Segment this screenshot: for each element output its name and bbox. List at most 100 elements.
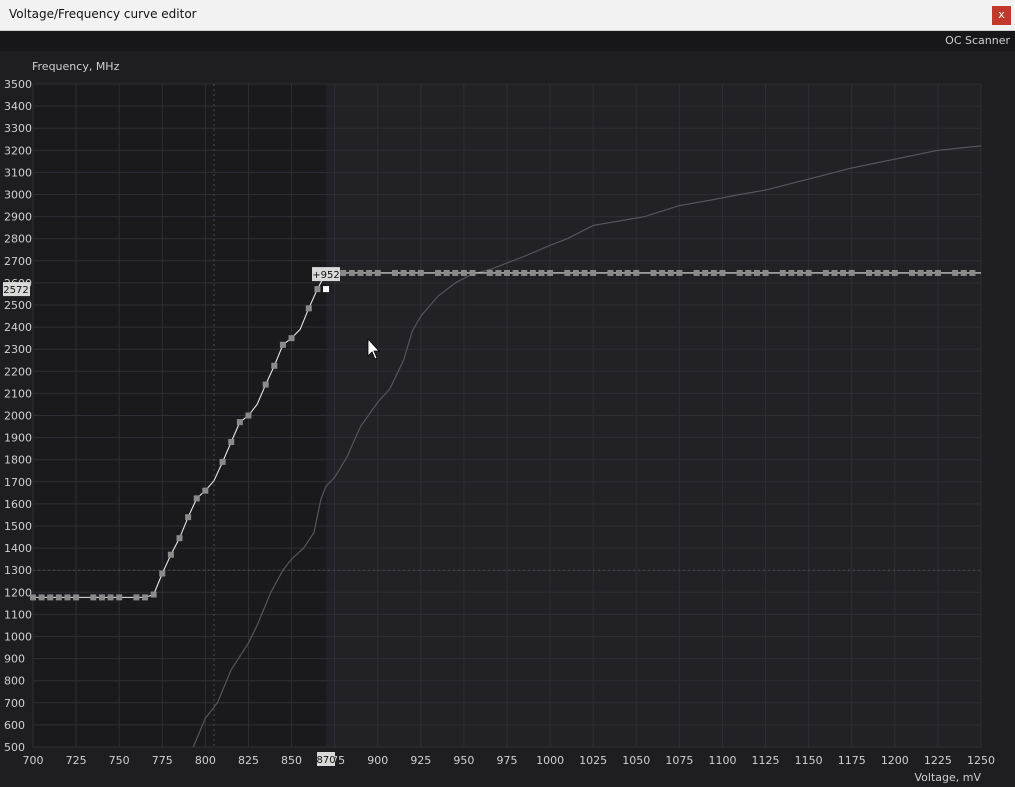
curve-point[interactable] (47, 594, 54, 601)
curve-point[interactable] (909, 269, 916, 276)
curve-point[interactable] (435, 269, 442, 276)
curve-point[interactable] (650, 269, 657, 276)
curve-point[interactable] (107, 594, 114, 601)
curve-point[interactable] (202, 487, 209, 494)
oc-scanner-button[interactable]: OC Scanner (945, 34, 1010, 47)
curve-point[interactable] (98, 594, 105, 601)
curve-point[interactable] (797, 269, 804, 276)
curve-point[interactable] (236, 419, 243, 426)
y-tick-label: 1000 (4, 631, 32, 644)
curve-point[interactable] (831, 269, 838, 276)
curve-point[interactable] (133, 594, 140, 601)
curve-point[interactable] (934, 269, 941, 276)
curve-point[interactable] (73, 594, 80, 601)
x-tick-label: 825 (238, 754, 259, 767)
curve-point[interactable] (116, 594, 123, 601)
curve-point[interactable] (142, 594, 149, 601)
curve-point[interactable] (366, 269, 373, 276)
curve-point[interactable] (38, 594, 45, 601)
curve-point[interactable] (624, 269, 631, 276)
curve-point[interactable] (90, 594, 97, 601)
curve-point[interactable] (659, 269, 666, 276)
curve-point[interactable] (340, 269, 347, 276)
curve-point[interactable] (305, 305, 312, 312)
curve-point[interactable] (848, 269, 855, 276)
curve-point[interactable] (417, 269, 424, 276)
curve-point[interactable] (452, 269, 459, 276)
curve-point[interactable] (443, 269, 450, 276)
curve-point[interactable] (279, 341, 286, 348)
curve-point[interactable] (486, 269, 493, 276)
curve-point[interactable] (469, 269, 476, 276)
curve-point[interactable] (581, 269, 588, 276)
curve-point[interactable] (64, 594, 71, 601)
curve-point[interactable] (185, 514, 192, 521)
curve-point[interactable] (788, 269, 795, 276)
curve-point[interactable] (969, 269, 976, 276)
curve-point[interactable] (607, 269, 614, 276)
curve-point[interactable] (883, 269, 890, 276)
curve-point[interactable] (952, 269, 959, 276)
curve-point[interactable] (572, 269, 579, 276)
curve-point[interactable] (460, 269, 467, 276)
curve-point[interactable] (262, 381, 269, 388)
curve-point[interactable] (30, 594, 36, 601)
curve-point[interactable] (219, 458, 226, 465)
curve-point[interactable] (676, 269, 683, 276)
curve-point[interactable] (917, 269, 924, 276)
curve-point[interactable] (176, 535, 183, 542)
close-button[interactable]: x (992, 6, 1011, 25)
curve-point[interactable] (822, 269, 829, 276)
curve-point[interactable] (400, 269, 407, 276)
curve-point[interactable] (529, 269, 536, 276)
curve-point[interactable] (495, 269, 502, 276)
y-tick-label: 700 (4, 697, 25, 710)
curve-point[interactable] (865, 269, 872, 276)
curve-point[interactable] (521, 269, 528, 276)
curve-point[interactable] (590, 269, 597, 276)
y-tick-label: 2000 (4, 410, 32, 423)
y-tick-label: 900 (4, 653, 25, 666)
curve-point[interactable] (667, 269, 674, 276)
curve-point[interactable] (228, 439, 235, 446)
curve-point[interactable] (693, 269, 700, 276)
curve-point[interactable] (512, 269, 519, 276)
vf-curve-chart[interactable]: 500 600 700 800 900 1000 1100 1200 1300 1400 1500 1… (0, 51, 1015, 787)
curve-point[interactable] (314, 286, 321, 293)
curve-point[interactable] (960, 269, 967, 276)
curve-point[interactable] (779, 269, 786, 276)
curve-point[interactable] (762, 269, 769, 276)
curve-point[interactable] (840, 269, 847, 276)
curve-point[interactable] (926, 269, 933, 276)
curve-point[interactable] (547, 269, 554, 276)
curve-point[interactable] (391, 269, 398, 276)
curve-point[interactable] (702, 269, 709, 276)
curve-point[interactable] (55, 594, 62, 601)
curve-point[interactable] (564, 269, 571, 276)
selected-curve-point[interactable] (323, 286, 330, 293)
curve-point[interactable] (745, 269, 752, 276)
curve-point[interactable] (719, 269, 726, 276)
curve-point[interactable] (374, 269, 381, 276)
curve-point[interactable] (891, 269, 898, 276)
curve-point[interactable] (245, 412, 252, 419)
curve-point[interactable] (159, 570, 166, 577)
voltage-label: 870 (316, 755, 335, 766)
curve-point[interactable] (874, 269, 881, 276)
curve-point[interactable] (348, 269, 355, 276)
curve-point[interactable] (753, 269, 760, 276)
curve-point[interactable] (805, 269, 812, 276)
curve-point[interactable] (167, 551, 174, 558)
curve-point[interactable] (150, 591, 157, 598)
curve-point[interactable] (409, 269, 416, 276)
curve-point[interactable] (538, 269, 545, 276)
curve-point[interactable] (633, 269, 640, 276)
curve-point[interactable] (616, 269, 623, 276)
curve-point[interactable] (271, 362, 278, 369)
curve-point[interactable] (288, 335, 295, 342)
curve-point[interactable] (736, 269, 743, 276)
curve-point[interactable] (357, 269, 364, 276)
curve-point[interactable] (710, 269, 717, 276)
curve-point[interactable] (193, 495, 200, 502)
curve-point[interactable] (504, 269, 510, 276)
